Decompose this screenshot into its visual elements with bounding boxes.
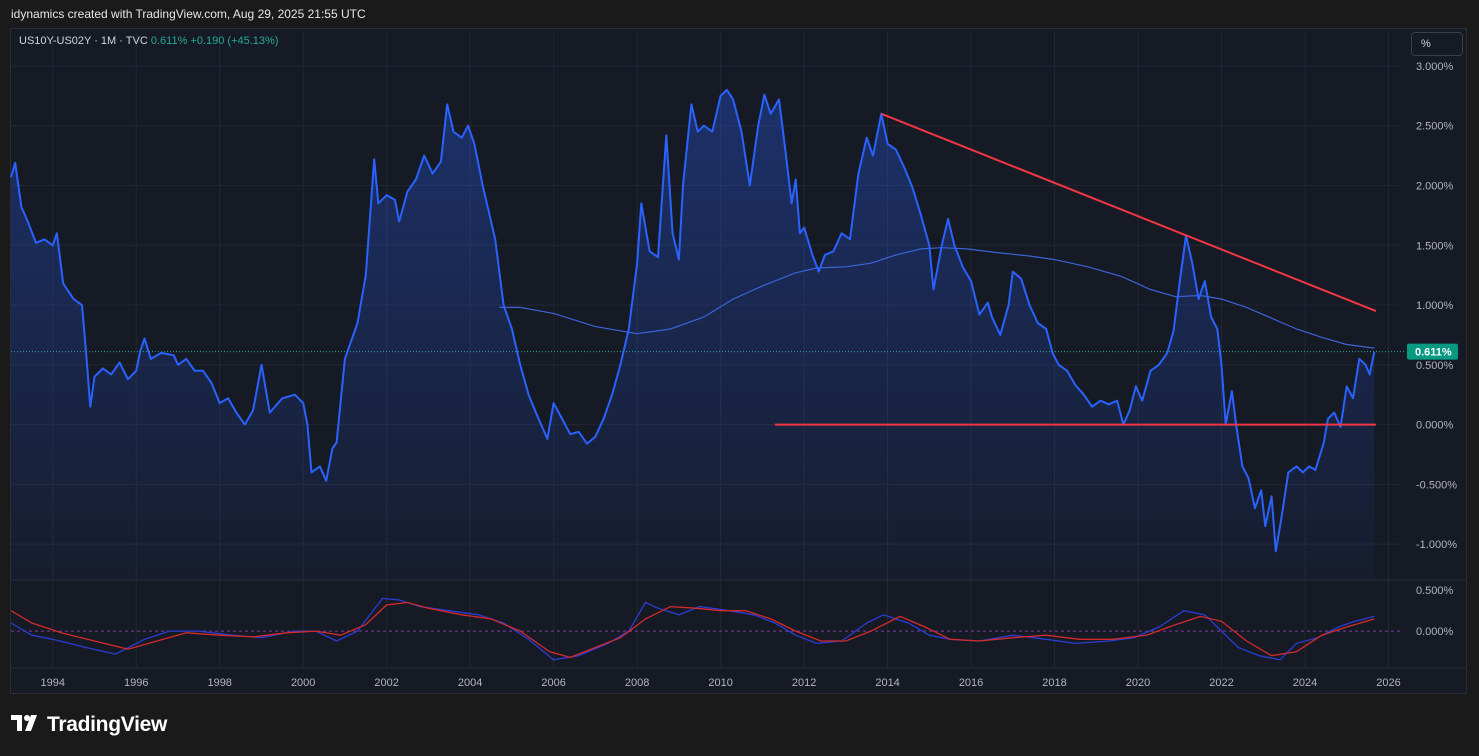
x-tick-label: 2014 — [875, 677, 899, 689]
x-tick-label: 2022 — [1209, 677, 1233, 689]
x-tick-label: 2024 — [1293, 677, 1317, 689]
oscillator-y-tick-label: 0.000% — [1416, 626, 1454, 638]
x-tick-label: 2008 — [625, 677, 649, 689]
x-tick-label: 2020 — [1126, 677, 1150, 689]
x-tick-label: 2026 — [1376, 677, 1400, 689]
footer — [0, 694, 1479, 756]
chart-canvas[interactable]: 3.000% 2.500% 2.000% 1.500% 1.000% 0.500% 0.00… — [0, 0, 1479, 756]
x-tick-label: 1994 — [40, 677, 64, 689]
tradingview-logo-icon — [11, 713, 41, 737]
x-tick-label: 2002 — [374, 677, 398, 689]
y-tick-label: 0.500% — [1416, 360, 1454, 372]
y-tick-label: 1.500% — [1416, 240, 1454, 252]
legend: US10Y-US02Y · 1M · TVC 0.611% +0.190 (+4… — [19, 35, 279, 47]
unit-button[interactable]: % — [1411, 32, 1463, 56]
legend-value: 0.611% — [150, 35, 188, 47]
x-tick-label: 1996 — [124, 677, 148, 689]
y-tick-label: 1.000% — [1416, 300, 1454, 312]
x-tick-label: 2018 — [1042, 677, 1066, 689]
oscillator-y-tick-label: 0.500% — [1416, 585, 1454, 597]
y-tick-label: 2.000% — [1416, 181, 1454, 193]
x-tick-label: 2010 — [708, 677, 732, 689]
last-value-label: 0.611% — [1415, 347, 1452, 359]
x-tick-label: 2006 — [541, 677, 565, 689]
x-tick-label: 2012 — [792, 677, 816, 689]
legend-symbol: US10Y-US02Y · 1M · TVC — [19, 35, 148, 47]
x-tick-label: 1998 — [207, 677, 231, 689]
y-tick-label: -0.500% — [1416, 479, 1457, 491]
y-tick-label: 2.500% — [1416, 121, 1454, 133]
logo-text: TradingView — [47, 713, 168, 736]
tradingview-logo[interactable]: TradingView — [11, 713, 167, 737]
y-tick-label: 0.000% — [1416, 420, 1454, 432]
oscillator-slow-line — [10, 601, 1375, 659]
y-tick-label: 3.000% — [1416, 61, 1454, 73]
x-tick-label: 2016 — [959, 677, 983, 689]
main-area-fill — [11, 89, 1375, 581]
y-tick-label: -1.000% — [1416, 539, 1457, 551]
x-tick-label: 2000 — [291, 677, 315, 689]
legend-change: +0.190 (+45.13%) — [190, 35, 279, 47]
x-tick-label: 2004 — [458, 677, 482, 689]
